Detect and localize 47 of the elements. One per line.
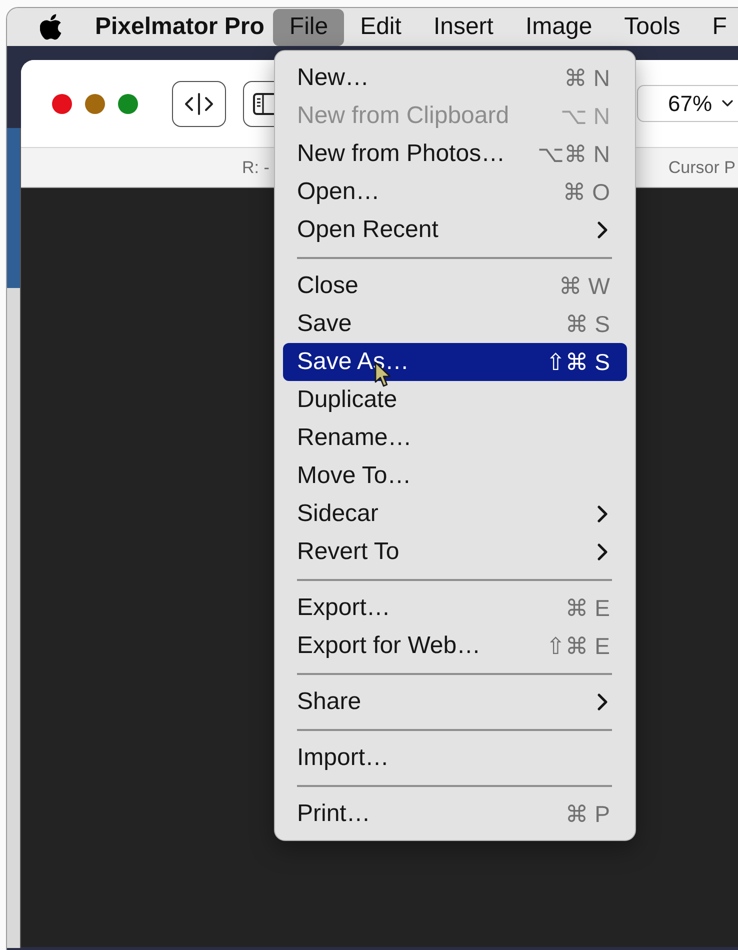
chevron-right-icon bbox=[597, 221, 608, 239]
menu-item[interactable]: Duplicate bbox=[283, 381, 627, 419]
menu-item[interactable]: Move To… bbox=[283, 457, 627, 495]
menu-item[interactable]: Print… ⌘ P bbox=[283, 795, 627, 833]
menu-item[interactable]: Revert To bbox=[283, 533, 627, 571]
menu-item[interactable]: Import… bbox=[283, 739, 627, 777]
menu-item[interactable]: Close ⌘ W bbox=[283, 267, 627, 305]
chevron-right-icon bbox=[597, 543, 608, 561]
keyboard-shortcut: ⌘ W bbox=[558, 272, 610, 300]
menu-bar-item[interactable]: Tools bbox=[608, 8, 696, 46]
zoom-window-icon[interactable] bbox=[118, 94, 138, 114]
menu-bar-item[interactable]: Image bbox=[509, 8, 608, 46]
chevron-down-icon bbox=[722, 100, 734, 107]
color-readout: R: - bbox=[242, 158, 270, 178]
apple-icon[interactable] bbox=[40, 14, 62, 40]
minimize-icon[interactable] bbox=[85, 94, 105, 114]
menu-bar-item[interactable]: Insert bbox=[417, 8, 510, 46]
menu-item[interactable]: Share bbox=[283, 683, 627, 721]
close-icon[interactable] bbox=[52, 94, 72, 114]
toolbar-button[interactable] bbox=[172, 80, 226, 126]
chevron-right-icon bbox=[597, 693, 608, 711]
menu-item[interactable]: Open… ⌘ O bbox=[283, 173, 627, 211]
menu-bar-item[interactable]: File bbox=[273, 8, 344, 46]
keyboard-shortcut: ⌘ E bbox=[565, 594, 610, 622]
app-name-menu[interactable]: Pixelmator Pro bbox=[95, 8, 264, 46]
keyboard-shortcut: ⌘ O bbox=[562, 178, 610, 206]
keyboard-shortcut: ⇧⌘ E bbox=[546, 632, 610, 660]
menu-bar-item[interactable]: Edit bbox=[344, 8, 418, 46]
menu-item[interactable]: Sidecar bbox=[283, 495, 627, 533]
keyboard-shortcut: ⌘ N bbox=[564, 64, 610, 92]
menu-bar-item[interactable]: F bbox=[696, 8, 738, 46]
menu-item[interactable]: Save ⌘ S bbox=[283, 305, 627, 343]
menu-item[interactable]: New… ⌘ N bbox=[283, 59, 627, 97]
left-right-chevrons-icon bbox=[184, 92, 214, 114]
cursor-position-label: Cursor P bbox=[668, 158, 736, 178]
menu-item[interactable]: Export for Web… ⇧⌘ E bbox=[283, 627, 627, 665]
keyboard-shortcut: ⌥ N bbox=[560, 102, 610, 130]
chevron-right-icon bbox=[597, 505, 608, 523]
menu-item[interactable]: Rename… bbox=[283, 419, 627, 457]
zoom-dropdown[interactable]: 67% bbox=[637, 85, 738, 122]
menu-item[interactable]: Export… ⌘ E bbox=[283, 589, 627, 627]
keyboard-shortcut: ⇧⌘ S bbox=[546, 348, 610, 376]
keyboard-shortcut: ⌘ S bbox=[565, 310, 610, 338]
keyboard-shortcut: ⌥⌘ N bbox=[537, 140, 610, 168]
keyboard-shortcut: ⌘ P bbox=[565, 800, 610, 828]
menu-item[interactable]: Open Recent bbox=[283, 211, 627, 249]
menu-item[interactable]: New from Photos… ⌥⌘ N bbox=[283, 135, 627, 173]
